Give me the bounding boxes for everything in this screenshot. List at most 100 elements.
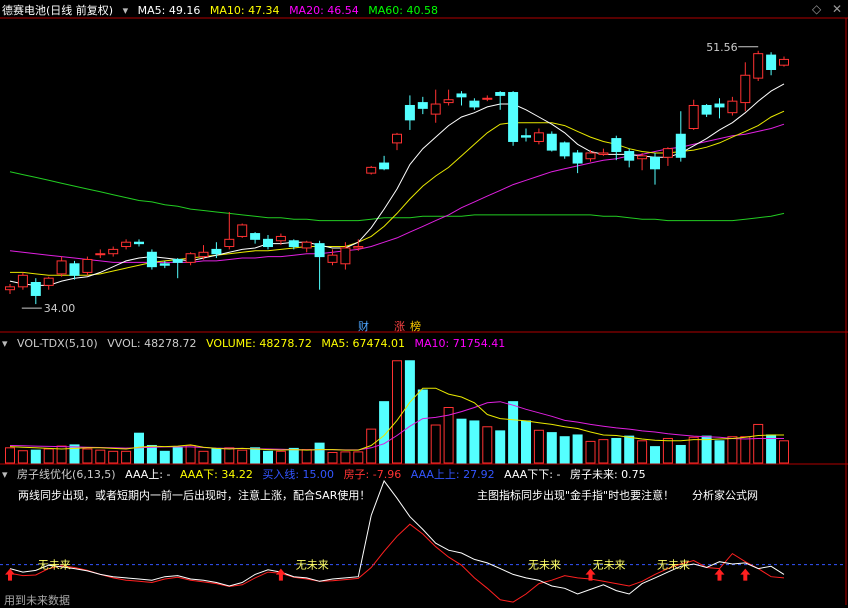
triangle-down-icon[interactable]: ▾: [2, 468, 8, 481]
candle-body: [237, 224, 248, 237]
volume-bar: [198, 450, 209, 464]
volume-bar: [185, 444, 196, 464]
volume-bar: [146, 444, 157, 464]
aaa-downdown-legend: AAA下下: -: [504, 468, 561, 481]
volume-bar: [624, 435, 635, 464]
volume-bar: [301, 449, 312, 464]
volume-bar: [482, 426, 493, 464]
volume-bar: [572, 434, 583, 464]
candle-body: [185, 253, 196, 263]
volume-bar: [30, 449, 41, 464]
event-badge-finance[interactable]: 财: [356, 320, 371, 333]
candle-body: [714, 103, 725, 108]
no-future-label: 无未来: [296, 559, 329, 572]
candle-body: [559, 142, 570, 157]
event-badge-list[interactable]: 榜: [408, 320, 423, 333]
volume-bar: [753, 423, 764, 464]
buy-arrow-icon: [5, 568, 15, 581]
volume-bar: [533, 429, 544, 464]
volume-bar: [727, 436, 738, 464]
house-indicator-name: 房子线优化(6,13,5): [17, 468, 116, 481]
low-price-label: 34.00: [44, 302, 76, 315]
high-price-label: 51.56: [706, 41, 738, 54]
house-future-legend: 房子未来: 0.75: [569, 468, 646, 481]
volume-bar: [366, 428, 377, 464]
candle-body: [572, 152, 583, 164]
volume-bar: [701, 435, 712, 464]
vol-ma5-legend: MA5: 67474.01: [321, 337, 406, 350]
volume-bar: [598, 439, 609, 464]
volume-bar: [740, 436, 751, 464]
formula-source: 分析家公式网: [692, 489, 758, 502]
volume-bar: [585, 440, 596, 464]
close-icon[interactable]: ✕: [832, 2, 842, 16]
vvol-legend: VVOL: 48278.72: [107, 337, 197, 350]
candle-body: [198, 251, 209, 258]
volume-bar: [237, 449, 248, 464]
triangle-down-icon[interactable]: ▾: [123, 4, 129, 17]
volume-bar: [159, 450, 170, 464]
volume-bar: [250, 447, 261, 464]
candle-body: [495, 92, 506, 96]
ma5-line: [9, 83, 785, 286]
volume-bar: [469, 420, 480, 464]
candle-body: [624, 151, 635, 161]
candle-body: [56, 260, 67, 275]
volume-legend: VOLUME: 48278.72: [206, 337, 312, 350]
volume-bar: [430, 424, 441, 464]
candle-body: [314, 243, 325, 258]
ma10-legend: MA10: 47.34: [209, 4, 280, 17]
candle-body: [69, 263, 80, 276]
volume-bar: [263, 450, 273, 464]
candle-body: [443, 99, 454, 104]
volume-bar: [95, 449, 106, 464]
stock-title: 德赛电池(日线 前复权): [2, 4, 114, 17]
candle-body: [766, 54, 777, 70]
triangle-down-icon[interactable]: ▾: [2, 337, 8, 350]
candle-body: [598, 152, 609, 155]
volume-bar: [108, 450, 119, 464]
volume-bar: [69, 444, 80, 464]
house-legend: 房子: -7.96: [343, 468, 402, 481]
volume-bar: [5, 447, 15, 464]
candle-body: [82, 258, 93, 273]
volume-bar: [417, 389, 428, 464]
aaa-upup-legend: AAA上上: 27.92: [410, 468, 495, 481]
volume-bar: [495, 430, 506, 464]
candle-body: [211, 248, 222, 255]
candle-body: [5, 286, 15, 291]
candle-body: [263, 238, 273, 248]
candle-body: [508, 92, 519, 142]
volume-bar: [172, 446, 183, 464]
candle-body: [482, 97, 493, 100]
candle-body: [521, 135, 531, 138]
volume-bar: [714, 440, 725, 464]
diamond-icon[interactable]: ◇: [812, 2, 821, 16]
event-badge-limit-up[interactable]: 涨: [392, 320, 407, 333]
volume-bar: [121, 450, 132, 464]
candle-body: [701, 104, 712, 115]
candle-body: [456, 93, 467, 98]
volume-bar: [779, 440, 789, 464]
volume-bar: [611, 437, 622, 464]
no-future-label: 无未来: [593, 559, 626, 572]
volume-bar: [288, 447, 299, 464]
aaa-down-legend: AAA下: 34.22: [179, 468, 253, 481]
volume-bar: [404, 360, 415, 464]
candle-body: [585, 152, 596, 160]
volume-bar: [456, 418, 467, 464]
volume-bar: [546, 432, 557, 464]
volume-bar: [650, 446, 660, 464]
candle-body: [95, 253, 106, 256]
volume-bar: [211, 447, 222, 464]
volume-bar: [340, 451, 351, 464]
candle-body: [727, 100, 738, 114]
ma20-legend: MA20: 46.54: [289, 4, 359, 17]
candle-body: [753, 53, 764, 79]
vol-ma10-legend: MA10: 71754.41: [414, 337, 506, 350]
candle-body: [662, 148, 673, 158]
volume-bar: [508, 401, 519, 464]
candle-body: [121, 241, 132, 248]
candle-body: [30, 282, 41, 296]
no-future-label: 无未来: [657, 559, 690, 572]
